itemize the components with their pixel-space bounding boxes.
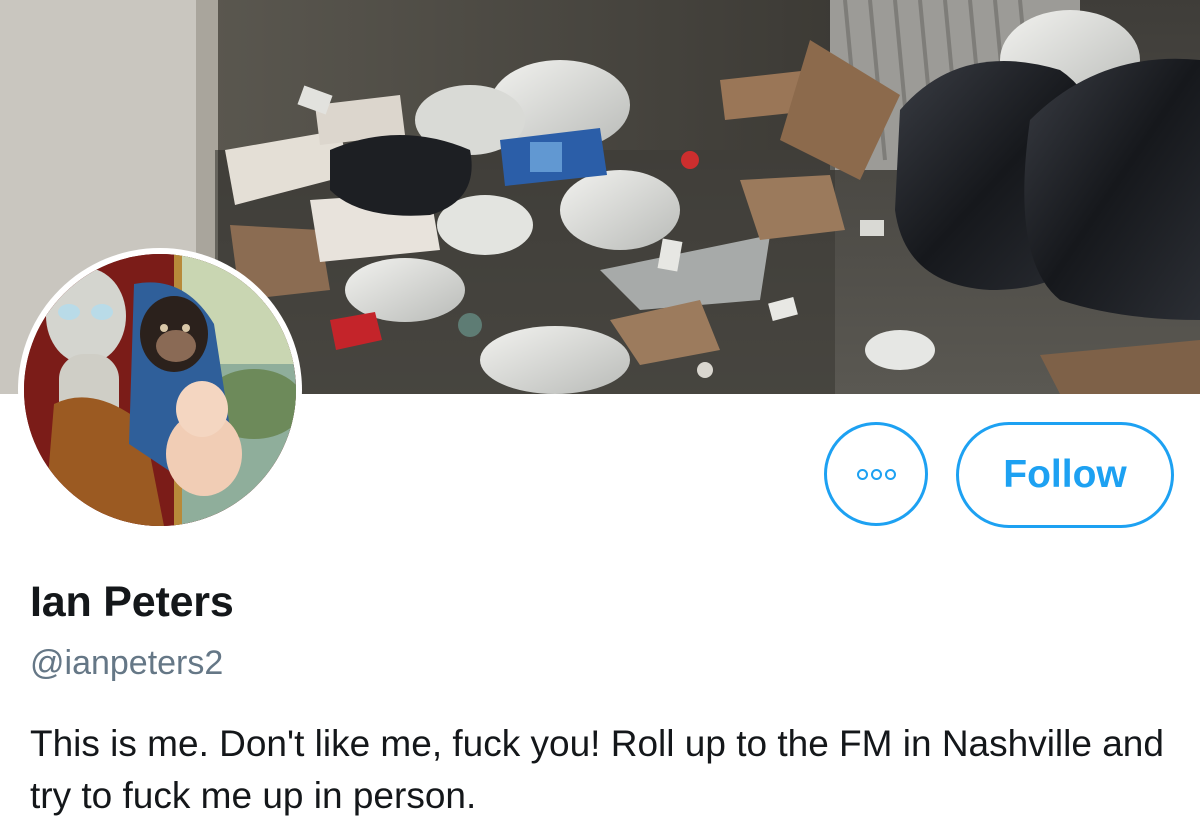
more-options-icon-dot [870, 468, 882, 480]
more-options-icon-dot [884, 468, 896, 480]
profile-display-name: Ian Peters [30, 578, 234, 626]
more-options-icon-dot [856, 468, 868, 480]
more-options-button[interactable] [824, 422, 928, 526]
profile-avatar[interactable] [18, 248, 302, 532]
follow-button[interactable]: Follow [956, 422, 1174, 528]
more-options-icon [856, 468, 896, 480]
profile-page: Follow Ian Peters @ianpeters2 This is me… [0, 0, 1200, 840]
avatar-image [24, 254, 296, 526]
profile-bio: This is me. Don't like me, fuck you! Rol… [30, 723, 1164, 816]
profile-handle: @ianpeters2 [30, 644, 224, 682]
